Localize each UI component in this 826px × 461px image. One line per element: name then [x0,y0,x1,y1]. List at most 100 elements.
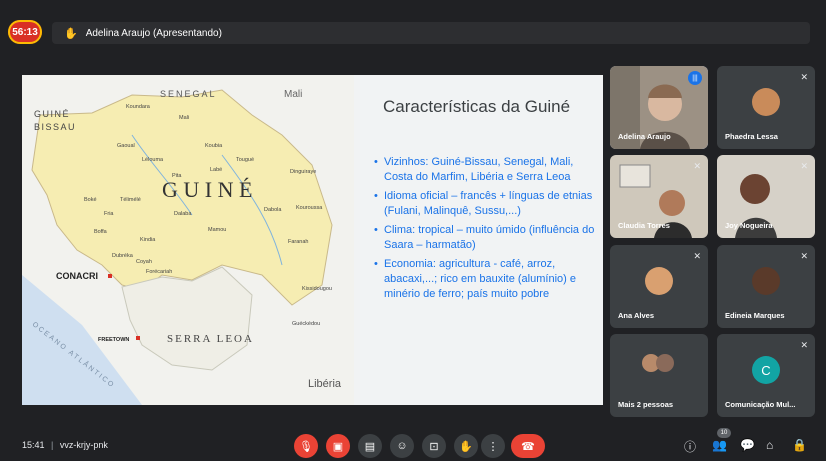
raise-hand-button[interactable]: ✋ [454,434,478,458]
phone-hangup-icon: ☎ [521,440,535,453]
map-town-14: Kouroussa [296,205,323,211]
map-town-8: Pita [172,173,182,179]
present-button[interactable]: ⊡ [422,434,446,458]
map-town-18: Kindia [140,237,156,243]
map-town-19: Faranah [288,239,309,245]
captions-icon: ▤ [364,440,376,453]
participant-tile-ana[interactable]: ✕ Ana Alves [610,245,708,328]
participant-tile-comunicacao[interactable]: ✕ C Comunicação Mul... [717,334,815,417]
presenting-bar[interactable]: ✋ Adelina Araujo (Apresentando) [52,22,810,44]
participant-avatar: C [752,356,780,384]
slide-bullet: Idioma oficial – francês + línguas de et… [372,189,600,219]
activities-button[interactable]: ⌂ [766,438,773,452]
participant-tile-more[interactable]: Mais 2 pessoas [610,334,708,417]
mic-off-icon: ✕ [693,251,701,261]
participant-avatar [656,354,674,372]
map-label-guine: G U I N É [162,177,252,202]
mic-off-icon: ✕ [693,161,701,171]
speaking-indicator-icon: ||| [688,71,702,85]
participant-tile-claudia[interactable]: ✕ Claudia Torres [610,155,708,238]
map-town-2: Mali [179,115,189,121]
map-label-guine-bissau-1: GUINÉ [34,109,70,119]
participant-tile-edineia[interactable]: ✕ Edineia Marques [717,245,815,328]
map-label-freetown: FREETOWN [98,337,129,343]
slide-bullet: Clima: tropical – muito úmido (influênci… [372,223,600,253]
meeting-timer: 56:13 [8,20,42,44]
participant-name: Joy Nogueira [725,221,773,230]
participant-name: Phaedra Lessa [725,132,778,141]
chat-icon: 💬 [740,438,755,452]
end-call-button[interactable]: ☎ [511,434,545,458]
present-screen-icon: ⊡ [429,440,439,453]
map-town-4: Koubia [205,143,223,149]
participant-avatar [752,267,780,295]
mic-off-icon: ✕ [800,340,808,350]
slide-bullet: Vizinhos: Guiné-Bissau, Senegal, Mali, C… [372,155,600,185]
captions-button[interactable]: ▤ [358,434,382,458]
more-options-button[interactable]: ⋮ [481,434,505,458]
map-town-7: Labé [210,167,222,173]
map-town-17: Boffa [94,229,108,235]
guinea-map: SENEGAL Mali GUINÉ BISSAU G U I N É Koun… [22,75,354,405]
info-icon: ⓘ [684,440,697,454]
participant-name: Adelina Araujo [618,132,671,141]
map-town-3: Gaoual [117,143,135,149]
mic-off-icon: 🎙 [299,440,313,453]
people-icon: 👥 [712,438,727,452]
map-label-senegal: SENEGAL [160,89,217,99]
meeting-code: vvz-krjy-pnk [59,440,108,450]
participant-name: Edineia Marques [725,311,785,320]
hand-icon: ✋ [459,440,473,453]
mic-toggle-button[interactable]: 🎙 [294,434,318,458]
camera-toggle-button[interactable]: ▣ [326,434,350,458]
presenting-label: Adelina Araujo (Apresentando) [85,27,222,39]
map-town-13: Dabola [264,207,282,213]
map-label-guine-bissau-2: BISSAU [34,122,76,132]
map-label-serra-leoa: SERRA LEOA [167,333,254,345]
map-town-20: Dubréka [112,253,134,259]
emoji-icon: ☺ [396,440,408,452]
lock-icon: 🔒 [792,438,807,452]
map-town-16: Mamou [208,227,226,233]
participant-avatar [645,267,673,295]
participant-name: Comunicação Mul... [725,400,796,409]
slide-bullets: Vizinhos: Guiné-Bissau, Senegal, Mali, C… [372,155,600,306]
host-controls-button[interactable]: 🔒 [792,438,807,452]
participant-name: Claudia Torres [618,221,670,230]
reactions-button[interactable]: ☺ [390,434,414,458]
more-vert-icon: ⋮ [487,440,499,453]
map-label-conacri: CONACRI [56,271,98,281]
slide-bullet: Economia: agricultura - café, arroz, aba… [372,257,600,302]
meeting-details-button[interactable]: ⓘ [684,438,696,455]
bottom-bar: 15:41 | vvz-krjy-pnk 🎙 ▣ ▤ ☺ ⊡ ✋ ⋮ ☎ ⓘ 👥… [0,428,826,461]
participant-name: Ana Alves [618,311,654,320]
participant-tile-adelina[interactable]: ||| Adelina Araujo [610,66,708,149]
slide-title: Características da Guiné [383,97,571,116]
present-icon: ✋ [64,27,78,40]
mic-off-icon: ✕ [800,72,808,82]
mic-off-icon: ✕ [800,161,808,171]
map-town-12: Dalaba [174,211,192,217]
participant-tile-joy[interactable]: ✕ Joy Nogueira [717,155,815,238]
participant-avatar [752,88,780,116]
map-town-15: Fria [104,211,114,217]
shapes-icon: ⌂ [766,438,774,452]
participant-name: Mais 2 pessoas [618,400,674,409]
participant-tile-phaedra[interactable]: ✕ Phaedra Lessa [717,66,815,149]
clock-time: 15:41 [22,440,45,450]
meeting-info: 15:41 | vvz-krjy-pnk [22,440,108,450]
chat-button[interactable]: 💬 [740,438,755,452]
map-town-1: Koundara [126,104,151,110]
map-town-11: Télimélé [120,197,141,203]
map-label-liberia: Libéria [308,378,342,390]
map-town-23: Kissidougou [302,286,332,292]
mic-off-icon: ✕ [800,251,808,261]
map-label-mali: Mali [284,89,302,100]
map-town-21: Coyah [136,259,152,265]
map-town-9: Dinguiraye [290,169,316,175]
map-town-24: Guéckédou [292,321,320,327]
people-button[interactable]: 👥 [712,438,727,452]
participant-count-badge: 10 [717,428,731,438]
map-town-10: Boké [84,197,97,203]
shared-slide: SENEGAL Mali GUINÉ BISSAU G U I N É Koun… [22,75,603,405]
